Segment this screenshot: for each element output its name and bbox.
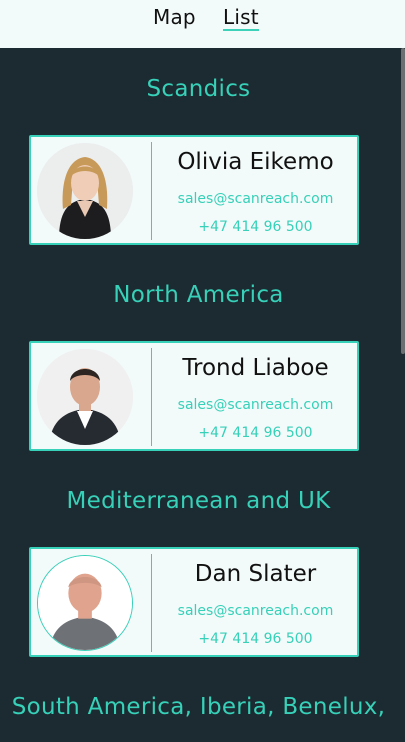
tab-list-label: List bbox=[223, 5, 259, 29]
tab-map[interactable]: Map bbox=[153, 5, 196, 29]
view-toggle-bar: Map List bbox=[0, 0, 405, 48]
avatar bbox=[37, 349, 133, 445]
contact-email-link[interactable]: sales@scanreach.com bbox=[152, 191, 359, 207]
contact-card: Dan Slater sales@scanreach.com +47 414 9… bbox=[29, 547, 359, 657]
region-title: Scandics bbox=[146, 76, 251, 102]
portrait-photo-icon bbox=[37, 143, 133, 239]
contact-email-link[interactable]: sales@scanreach.com bbox=[152, 397, 359, 413]
contact-name: Dan Slater bbox=[194, 561, 317, 587]
tab-list[interactable]: List bbox=[223, 5, 259, 31]
portrait-photo-icon bbox=[37, 349, 133, 445]
contact-phone-link[interactable]: +47 414 96 500 bbox=[152, 631, 359, 647]
portrait-photo-icon bbox=[38, 556, 132, 650]
contact-card: Trond Liaboe sales@scanreach.com +47 414… bbox=[29, 341, 359, 451]
scrollbar-thumb[interactable] bbox=[401, 48, 405, 354]
contact-name: Trond Liaboe bbox=[182, 355, 329, 381]
active-tab-underline bbox=[223, 29, 259, 31]
avatar bbox=[37, 143, 133, 239]
avatar bbox=[37, 555, 133, 651]
contact-name: Olivia Eikemo bbox=[177, 149, 334, 175]
region-title: South America, Iberia, Benelux, bbox=[11, 694, 386, 720]
contact-card: Olivia Eikemo sales@scanreach.com +47 41… bbox=[29, 135, 359, 245]
region-title: Mediterranean and UK bbox=[66, 488, 331, 514]
contact-phone-link[interactable]: +47 414 96 500 bbox=[152, 219, 359, 235]
contact-list[interactable]: Scandics Olivia Eikemo sales@scanreach.c… bbox=[0, 48, 401, 742]
contact-email-link[interactable]: sales@scanreach.com bbox=[152, 603, 359, 619]
contact-phone-link[interactable]: +47 414 96 500 bbox=[152, 425, 359, 441]
region-title: North America bbox=[113, 282, 284, 308]
